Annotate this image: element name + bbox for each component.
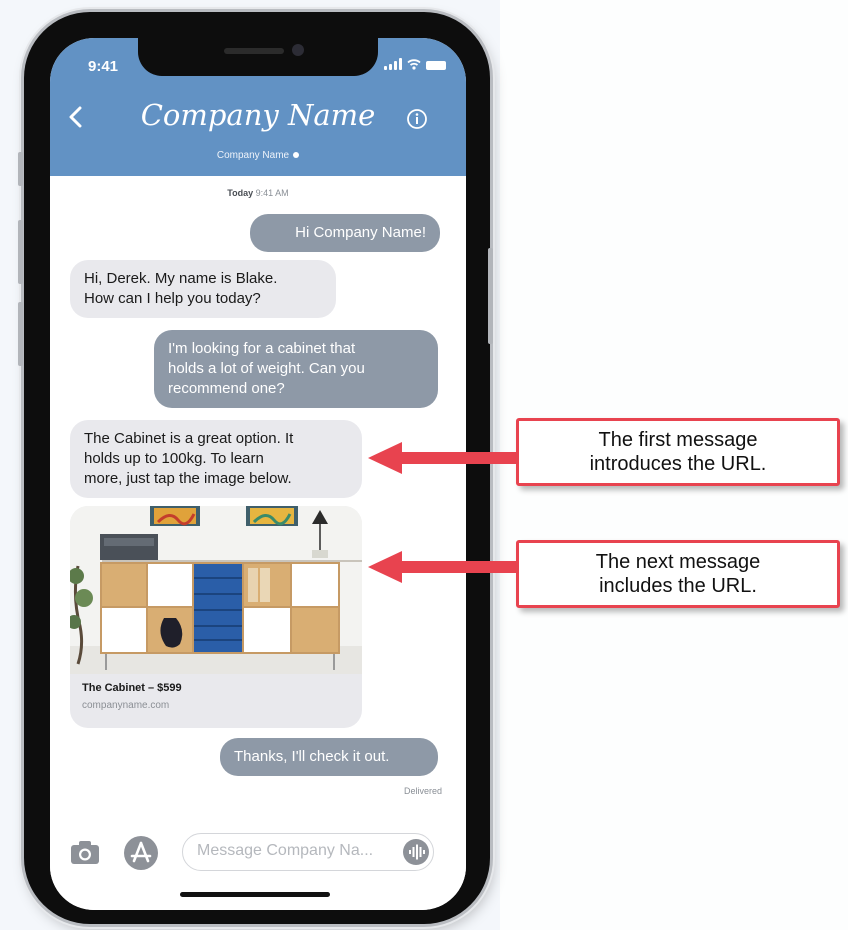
callout-line: The next message [595,551,761,573]
message-text: Hi Company Name! [295,224,426,241]
wifi-icon [407,59,421,70]
camera-icon[interactable] [68,836,102,870]
message-line: How can I help you today? [84,290,261,307]
message-thread[interactable]: Today 9:41 AM Hi Company Name! Hi, Derek… [50,176,466,816]
link-card-domain: companyname.com [82,700,170,711]
audio-waveform-icon[interactable] [402,838,430,866]
message-text: Thanks, I'll check it out. [234,748,390,765]
callout-line: includes the URL. [599,575,757,597]
earpiece-speaker [224,48,284,54]
app-store-icon[interactable] [122,834,160,872]
power-button [488,248,493,344]
contact-subtitle[interactable]: Company Name [50,150,466,161]
message-bubble-incoming[interactable]: The Cabinet is a great option. It holds … [70,420,362,498]
timestamp-time: 9:41 AM [255,188,289,198]
message-line: I'm looking for a cabinet that [168,340,356,357]
message-bubble-incoming[interactable]: Hi, Derek. My name is Blake. How can I h… [70,260,336,318]
link-card-title: The Cabinet – $599 [82,682,182,694]
contact-name-title: Company Name [140,98,376,132]
cabinet-product-image [70,506,362,674]
contact-subtitle-label: Company Name [216,150,290,161]
compose-bar: Message Company Na... [50,816,466,910]
volume-up-button [18,220,23,284]
callout-first-message: The first message introduces the URL. [516,418,840,486]
message-bubble-outgoing[interactable]: Hi Company Name! [250,214,440,252]
mute-switch [18,152,23,186]
message-line: The Cabinet is a great option. It [84,430,294,447]
notch [138,38,378,76]
contact-details-dot-icon [293,152,300,159]
message-line: more, just tap the image below. [84,470,292,487]
message-bubble-outgoing[interactable]: Thanks, I'll check it out. [220,738,438,776]
message-line: holds a lot of weight. Can you [168,360,365,377]
link-preview-card[interactable]: The Cabinet – $599 companyname.com [70,506,362,728]
status-time: 9:41 [88,58,119,75]
callout-next-message: The next message includes the URL. [516,540,840,608]
callout-line: The first message [598,429,758,451]
arrow-left-icon [368,551,518,583]
info-icon[interactable] [406,108,428,130]
callout-line: introduces the URL. [589,453,767,475]
timestamp-day: Today [227,188,254,198]
status-icons [384,58,446,70]
message-input[interactable]: Message Company Na... [182,833,434,871]
delivered-status: Delivered [403,786,442,796]
home-indicator [180,892,330,897]
message-line: Hi, Derek. My name is Blake. [84,270,278,287]
chevron-left-icon[interactable] [64,104,90,130]
front-camera [292,44,304,56]
volume-down-button [18,302,23,366]
message-line: holds up to 100kg. To learn [84,450,264,467]
arrow-left-icon [368,442,518,474]
battery-icon [426,61,446,70]
signal-icon [384,58,402,70]
thread-timestamp: Today 9:41 AM [50,188,466,198]
message-line: recommend one? [168,380,285,397]
message-bubble-outgoing[interactable]: I'm looking for a cabinet that holds a l… [154,330,438,408]
